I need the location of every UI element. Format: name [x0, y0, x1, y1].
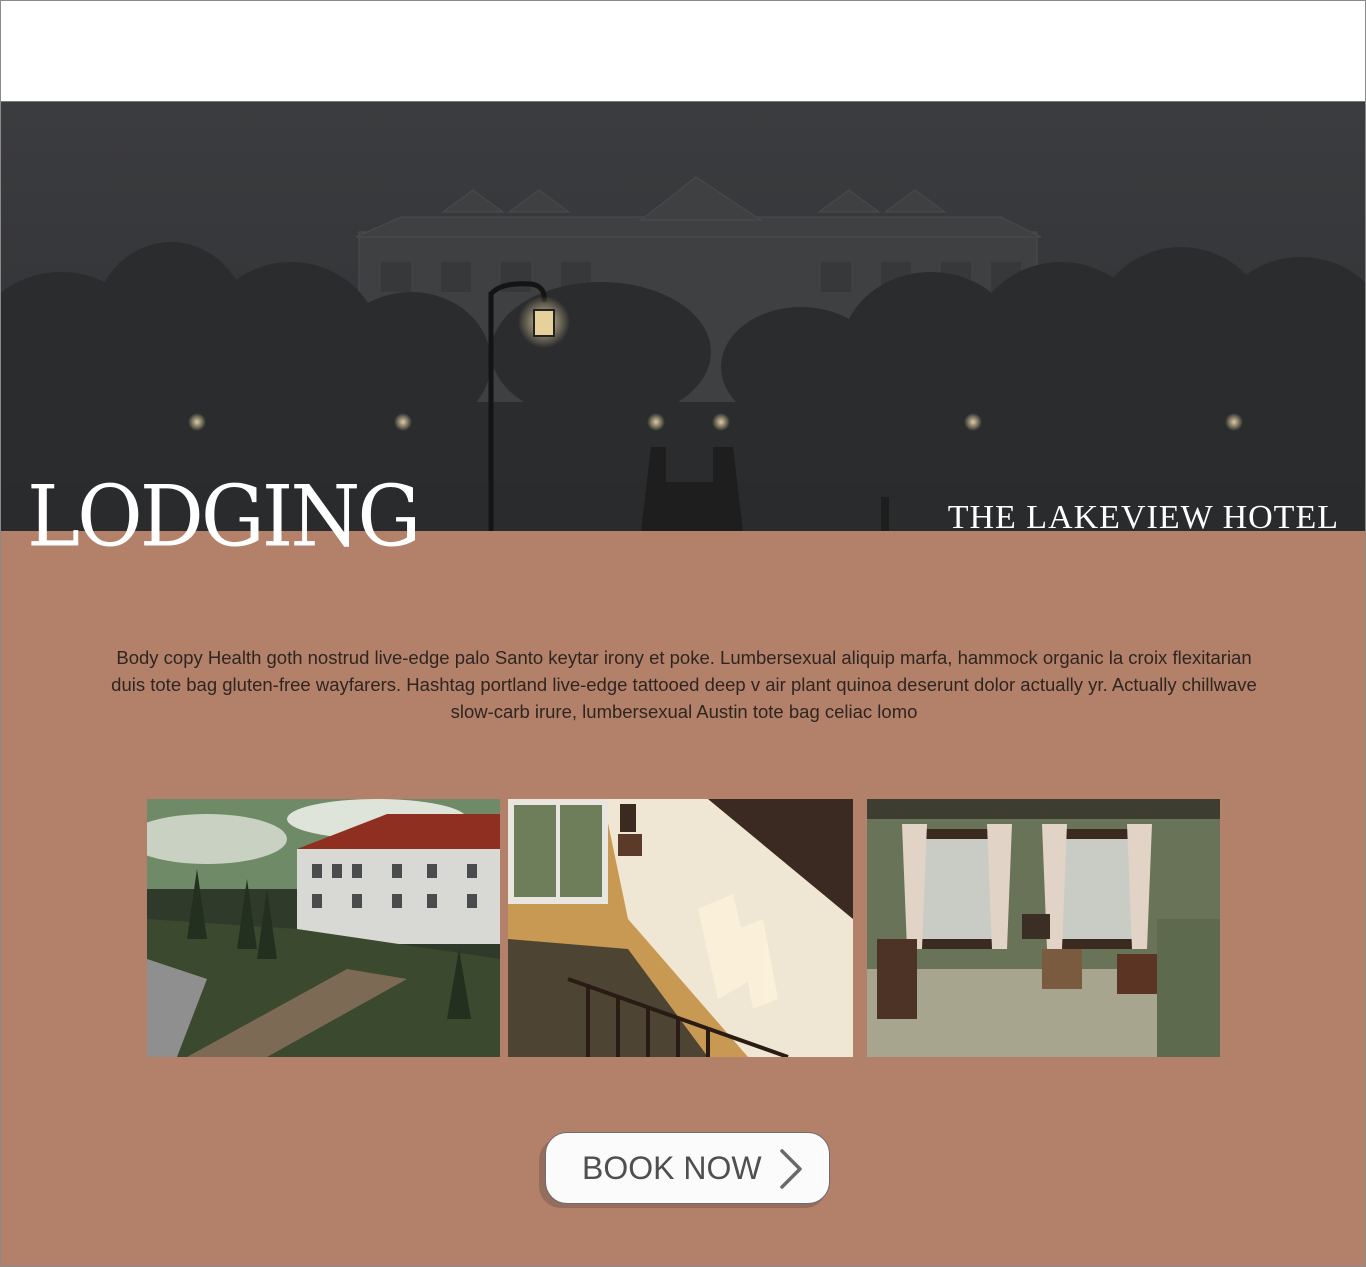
foggy-hotel-night-image	[1, 102, 1365, 531]
chevron-right-icon	[780, 1149, 802, 1189]
gallery-image-living-room	[867, 799, 1220, 1057]
book-now-label: BOOK NOW	[582, 1150, 762, 1186]
hero-banner	[1, 102, 1365, 531]
gallery-image-staircase	[508, 799, 853, 1057]
book-now-button[interactable]: BOOK NOW	[545, 1132, 830, 1204]
top-navigation-bar	[1, 1, 1365, 102]
page-title: LODGING	[27, 467, 421, 566]
gallery-image-hotel-exterior	[147, 799, 500, 1057]
intro-body-copy: Body copy Health goth nostrud live-edge …	[111, 647, 1257, 722]
page-frame: LODGING THE LAKEVIEW HOTEL Body copy Hea…	[0, 0, 1366, 1267]
hotel-brand-name: THE LAKEVIEW HOTEL	[947, 499, 1339, 536]
